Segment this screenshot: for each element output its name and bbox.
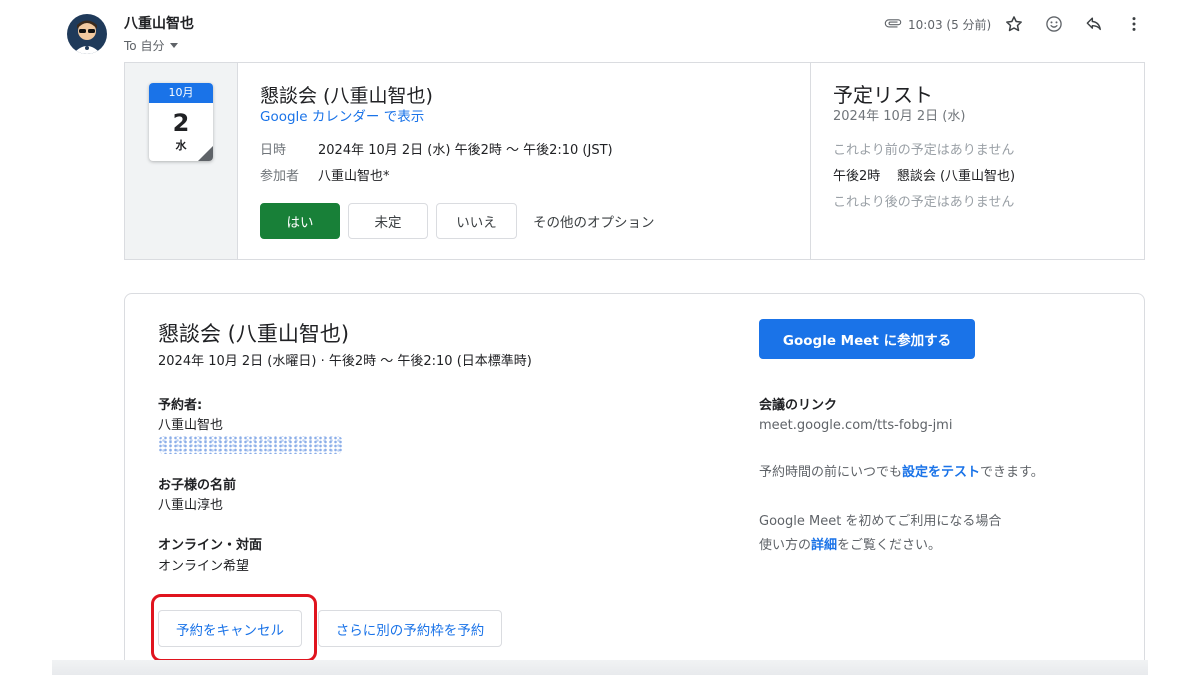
recipient-details-toggle[interactable]: To 自分 — [124, 37, 179, 54]
meeting-link[interactable]: meet.google.com/tts-fobg-jmi — [759, 418, 952, 433]
calendar-date-column: 10月 2 水 — [125, 63, 238, 259]
agenda-date: 2024年 10月 2日 (水) — [833, 109, 966, 124]
star-icon[interactable] — [1002, 12, 1026, 36]
event-details: 懇談会 (八重山智也) Google カレンダー で表示 日時 2024年 10… — [238, 63, 811, 259]
message-meta: 10:03 (5 分前) — [884, 14, 991, 35]
child-name-label: お子様の名前 — [158, 478, 237, 493]
message-timestamp: 10:03 (5 分前) — [908, 18, 992, 32]
when-label: 日時 — [260, 143, 287, 158]
more-options-link[interactable]: その他のオプション — [533, 211, 655, 231]
page-fold-icon — [198, 146, 213, 161]
join-google-meet-button[interactable]: Google Meet に参加する — [759, 319, 975, 359]
agenda-event-name: 懇談会 (八重山智也) — [896, 169, 1016, 184]
booker-name: 八重山智也 — [158, 418, 224, 433]
sender-name: 八重山智也 — [124, 16, 194, 32]
agenda-event-row[interactable]: 午後2時 懇談会 (八重山智也) — [833, 165, 1015, 184]
learn-more-prefix: 使い方の — [759, 538, 812, 553]
test-settings-prefix: 予約時間の前にいつでも — [759, 465, 903, 480]
recipient-label: To 自分 — [124, 39, 165, 53]
test-settings-link[interactable]: 設定をテスト — [902, 465, 980, 480]
booker-label: 予約者: — [158, 398, 203, 413]
paperclip-icon — [884, 14, 902, 35]
meeting-link-label: 会議のリンク — [759, 398, 838, 413]
chevron-down-icon — [170, 43, 179, 48]
appointment-title: 懇談会 (八重山智也) — [158, 322, 350, 346]
view-in-calendar-link[interactable]: Google カレンダー で表示 — [260, 105, 424, 125]
agenda-before-note: これより前の予定はありません — [833, 143, 1015, 158]
calendar-month: 10月 — [149, 83, 213, 103]
attendees-value: 八重山智也* — [318, 169, 390, 184]
rsvp-maybe-button[interactable]: 未定 — [348, 203, 428, 239]
event-title: 懇談会 (八重山智也) — [260, 85, 433, 107]
book-another-slot-button[interactable]: さらに別の予約枠を予約 — [318, 610, 502, 647]
agenda-title: 予定リスト — [833, 83, 933, 107]
emoji-icon[interactable] — [1042, 12, 1066, 36]
learn-more-text: 使い方の詳細をご覧ください。 — [759, 534, 941, 553]
agenda-panel: 予定リスト 2024年 10月 2日 (水) これより前の予定はありません 午後… — [811, 63, 1144, 259]
reply-icon[interactable] — [1082, 12, 1106, 36]
calendar-day: 2 — [172, 109, 190, 137]
bottom-scroll-edge — [52, 660, 1148, 675]
calendar-date-icon: 10月 2 水 — [149, 83, 213, 161]
first-time-note: Google Meet を初めてご利用になる場合 — [759, 514, 1002, 529]
test-settings-suffix: できます。 — [980, 465, 1044, 480]
invitation-card: 10月 2 水 懇談会 (八重山智也) Google カレンダー で表示 日時 … — [124, 62, 1145, 260]
agenda-after-note: これより後の予定はありません — [833, 195, 1015, 210]
test-settings-text: 予約時間の前にいつでも設定をテストできます。 — [759, 461, 1044, 480]
meeting-mode-value: オンライン希望 — [158, 559, 250, 574]
cancel-booking-button[interactable]: 予約をキャンセル — [158, 610, 302, 647]
attendees-label: 参加者 — [260, 169, 300, 184]
more-vert-icon[interactable] — [1122, 12, 1146, 36]
rsvp-no-button[interactable]: いいえ — [436, 203, 517, 239]
when-value: 2024年 10月 2日 (水) 午後2時 ～ 午後2:10 (JST) — [318, 143, 613, 158]
meeting-mode-label: オンライン・対面 — [158, 538, 263, 553]
rsvp-yes-button[interactable]: はい — [260, 203, 340, 239]
appointment-card: 懇談会 (八重山智也) 2024年 10月 2日 (水曜日) · 午後2時 ～ … — [124, 293, 1145, 675]
redacted-email — [158, 436, 343, 454]
agenda-event-time: 午後2時 — [833, 169, 881, 184]
learn-more-link[interactable]: 詳細 — [811, 538, 837, 553]
learn-more-suffix: をご覧ください。 — [837, 538, 942, 553]
appointment-datetime: 2024年 10月 2日 (水曜日) · 午後2時 ～ 午後2:10 (日本標準… — [158, 354, 532, 369]
child-name-value: 八重山淳也 — [158, 498, 224, 513]
sender-avatar[interactable] — [67, 14, 107, 54]
